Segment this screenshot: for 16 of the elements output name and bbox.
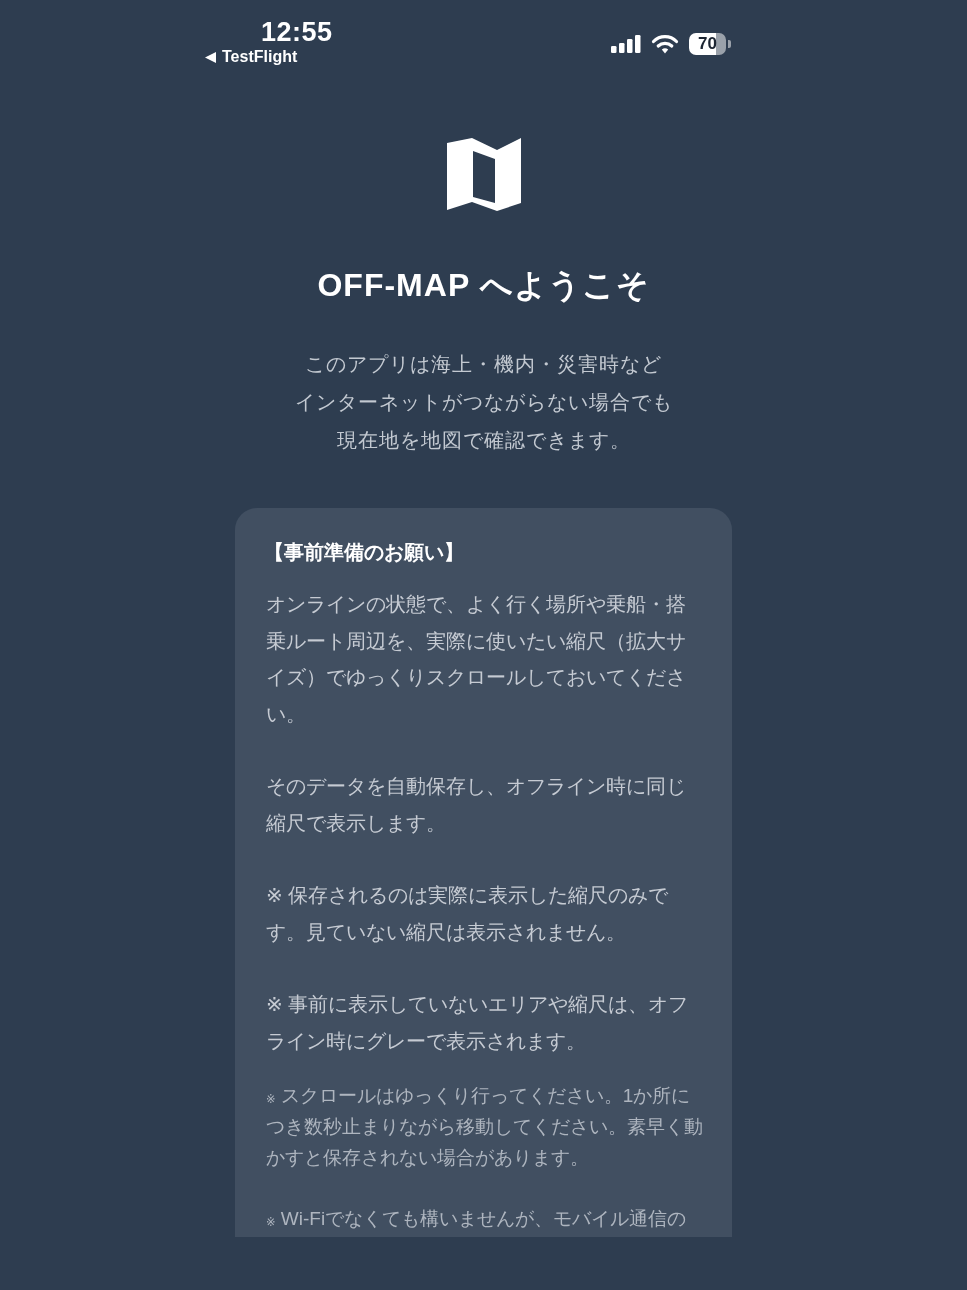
- notice-heading: 【事前準備のお願い】: [264, 540, 465, 565]
- notice-paragraph: ※ 事前に表示していないエリアや縮尺は、オフライン時にグレーで表示されます。: [266, 992, 690, 1054]
- back-icon: [205, 51, 216, 63]
- notice-paragraph: そのデータを自動保存し、オフライン時に同じ縮尺で表示します。: [266, 774, 687, 836]
- intro-text: このアプリは海上・機内・災害時など: [305, 352, 662, 377]
- intro-text: 現在地を地図で確認できます。: [336, 428, 631, 453]
- notice-paragraph: ※ 保存されるのは実際に表示した縮尺のみです。見ていない縮尺は表示されません。: [266, 883, 670, 945]
- signal-icon: [611, 35, 641, 53]
- status-time: 12:55: [261, 17, 333, 47]
- wifi-icon: [651, 34, 679, 54]
- map-icon: [446, 137, 521, 211]
- battery-indicator: 70: [689, 33, 731, 55]
- notice-paragraph: オンラインの状態で、よく行く場所や乗船・搭乗ルート周辺を、実際に使いたい縮尺（拡大サイズ）でゆっくりスクロールしておいてください。: [266, 592, 687, 727]
- intro-text: インターネットがつながらない場合でも: [294, 390, 673, 415]
- back-link[interactable]: TestFlight: [205, 47, 298, 67]
- welcome-title: OFF-MAP へようこそ: [317, 266, 650, 305]
